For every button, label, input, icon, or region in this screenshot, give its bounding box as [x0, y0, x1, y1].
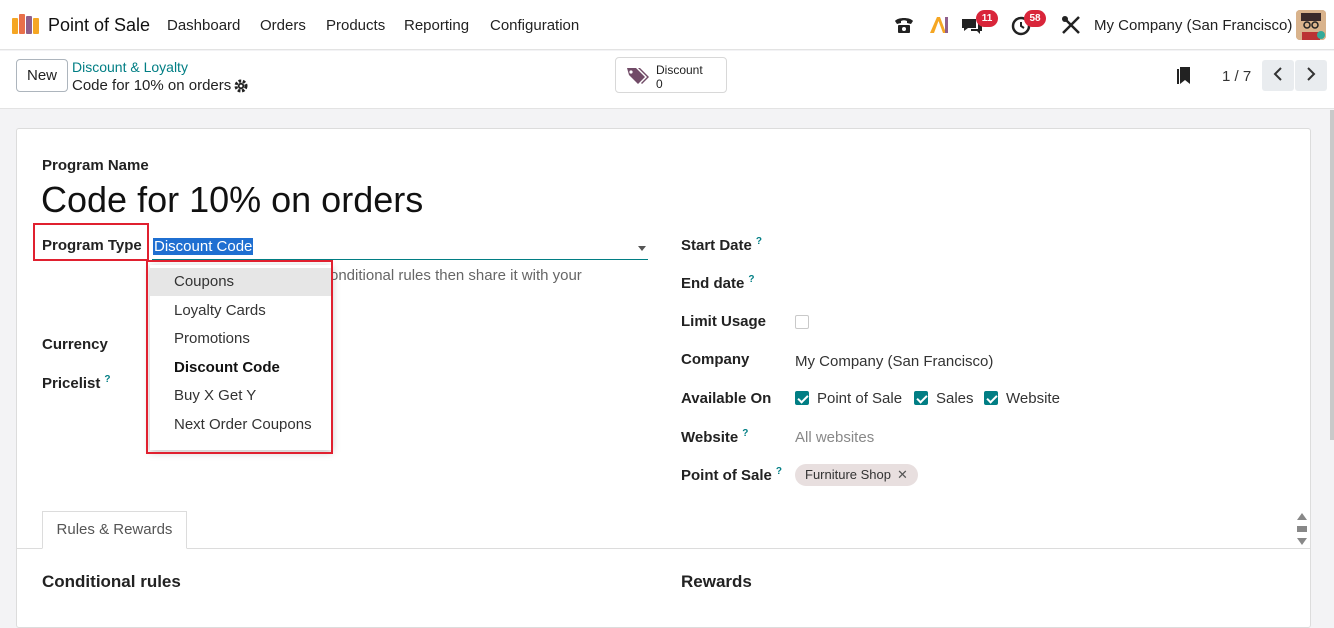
start-date-label: Start Date?: [681, 236, 762, 254]
available-on-label: Available On: [681, 390, 772, 407]
program-type-select[interactable]: Discount Code: [152, 236, 648, 260]
user-avatar[interactable]: [1296, 10, 1326, 40]
pos-tag-furniture-shop[interactable]: Furniture Shop ✕: [795, 464, 918, 486]
breadcrumb-parent[interactable]: Discount & Loyalty: [72, 59, 188, 75]
tools-icon[interactable]: [1059, 13, 1083, 37]
program-name-field[interactable]: Code for 10% on orders: [41, 179, 423, 221]
rewards-title: Rewards: [681, 572, 752, 591]
messages-badge: 11: [976, 10, 998, 27]
company-field[interactable]: My Company (San Francisco): [795, 353, 993, 370]
pager-previous-button[interactable]: [1262, 60, 1294, 91]
limit-usage-checkbox[interactable]: [795, 315, 809, 329]
menu-dashboard[interactable]: Dashboard: [167, 17, 240, 34]
currency-label: Currency: [42, 336, 108, 353]
company-label: Company: [681, 351, 750, 368]
program-name-label: Program Name: [42, 157, 149, 174]
end-date-label: End date?: [681, 274, 755, 292]
available-on-website-label[interactable]: Website: [1006, 390, 1060, 407]
tags-icon: [627, 68, 649, 84]
caret-down-icon: [638, 246, 646, 251]
breadcrumb-current: Code for 10% on orders: [72, 77, 232, 94]
tab-rules-rewards[interactable]: Rules & Rewards: [42, 511, 187, 549]
new-button[interactable]: New: [16, 59, 68, 92]
limit-usage-label: Limit Usage: [681, 313, 767, 330]
top-navbar: Point of Sale Dashboard Orders Products …: [0, 0, 1334, 50]
gear-icon[interactable]: [233, 78, 249, 94]
menu-products[interactable]: Products: [326, 17, 385, 34]
scroll-arrows-icon[interactable]: [1296, 512, 1308, 546]
program-type-label: Program Type: [42, 237, 142, 254]
tab-divider: [17, 548, 1310, 549]
app-name[interactable]: Point of Sale: [48, 15, 150, 36]
discount-smart-button[interactable]: Discount 0: [615, 57, 727, 93]
close-icon[interactable]: ✕: [897, 467, 908, 482]
smart-button-value: 0: [656, 77, 663, 91]
website-label: Website?: [681, 428, 749, 446]
pos-app-icon[interactable]: [12, 14, 40, 34]
program-type-description: onditional rules then share it with your: [330, 267, 582, 284]
menu-configuration[interactable]: Configuration: [490, 17, 579, 34]
ai-icon[interactable]: [927, 13, 951, 37]
avatar-icon: [1296, 10, 1326, 40]
pager-next-button[interactable]: [1295, 60, 1327, 91]
pager-value[interactable]: 1 / 7: [1222, 68, 1251, 85]
bookmark-icon[interactable]: [1176, 66, 1192, 86]
available-on-website-checkbox[interactable]: [984, 391, 998, 405]
page-scrollbar[interactable]: [1330, 110, 1334, 440]
control-panel: New Discount & Loyalty Code for 10% on o…: [0, 51, 1334, 109]
chevron-left-icon: [1273, 67, 1282, 81]
available-on-sales-label[interactable]: Sales: [936, 390, 974, 407]
company-switcher[interactable]: My Company (San Francisco): [1094, 17, 1292, 34]
available-on-pos-checkbox[interactable]: [795, 391, 809, 405]
dropdown-highlight: [146, 260, 333, 454]
chevron-right-icon: [1307, 67, 1316, 81]
conditional-rules-title: Conditional rules: [42, 572, 181, 591]
menu-reporting[interactable]: Reporting: [404, 17, 469, 34]
available-on-sales-checkbox[interactable]: [914, 391, 928, 405]
available-on-pos-label[interactable]: Point of Sale: [817, 390, 902, 407]
program-type-value: Discount Code: [153, 238, 254, 255]
activities-badge: 58: [1024, 10, 1046, 27]
pricelist-label: Pricelist?: [42, 374, 111, 392]
phone-icon[interactable]: [892, 13, 916, 37]
smart-button-label: Discount: [656, 63, 703, 77]
form-sheet: Program Name Code for 10% on orders Prog…: [16, 128, 1311, 628]
menu-orders[interactable]: Orders: [260, 17, 306, 34]
website-field[interactable]: All websites: [795, 429, 874, 446]
point-of-sale-label: Point of Sale?: [681, 466, 782, 484]
